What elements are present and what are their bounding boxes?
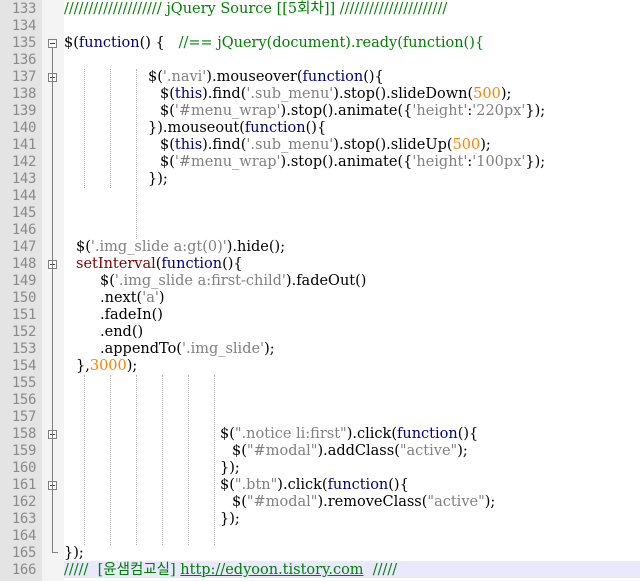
line-number: 160	[11, 460, 36, 476]
line-number: 166	[11, 562, 36, 578]
code-text: $(function() { //== jQuery(document).rea…	[64, 35, 485, 51]
line-number: 162	[11, 494, 36, 510]
code-line[interactable]: 142 $('#menu_wrap').stop().animate({'heig…	[0, 154, 640, 171]
line-number: 143	[11, 171, 36, 187]
code-text: });	[148, 171, 168, 187]
code-line[interactable]: 153 .appendTo('.img_slide');	[0, 341, 640, 358]
code-text: ///// [윤샘컴교실] http://edyoon.tistory.com …	[64, 562, 398, 578]
code-text: $('.img_slide a:first-child').fadeOut()	[100, 273, 367, 289]
code-line[interactable]: 141 $(this).find('.sub_menu').stop().slid…	[0, 137, 640, 154]
code-line[interactable]: 150 .next('a')	[0, 290, 640, 307]
line-number: 142	[11, 154, 36, 170]
code-text: $(this).find('.sub_menu').stop().slideUp…	[160, 137, 491, 153]
code-text: .next('a')	[100, 290, 165, 306]
code-line[interactable]: 146	[0, 222, 640, 239]
code-line[interactable]: 136	[0, 52, 640, 69]
code-text: //////////////////// jQuery Source [[5회차…	[64, 1, 448, 17]
code-line[interactable]: 148 setInterval(function(){	[0, 256, 640, 273]
code-text: $(this).find('.sub_menu').stop().slideDo…	[160, 86, 512, 102]
line-number: 156	[11, 392, 36, 408]
code-line[interactable]: 165});	[0, 545, 640, 562]
code-line[interactable]: 154 },3000);	[0, 358, 640, 375]
code-line[interactable]: 155	[0, 375, 640, 392]
line-number: 159	[11, 443, 36, 459]
code-text: $('#menu_wrap').stop().animate({'height'…	[160, 154, 546, 170]
line-number: 153	[11, 341, 36, 357]
code-line[interactable]: 156	[0, 392, 640, 409]
code-line[interactable]: 151 .fadeIn()	[0, 307, 640, 324]
code-text: $('.navi').mouseover(function(){	[148, 69, 384, 85]
line-number: 154	[11, 358, 36, 374]
code-line[interactable]: 133 //////////////////// jQuery Source [[…	[0, 1, 640, 18]
code-line[interactable]: 143});	[0, 171, 640, 188]
code-text: $('#menu_wrap').stop().animate({'height'…	[160, 103, 546, 119]
code-line[interactable]: 157	[0, 409, 640, 426]
code-line[interactable]: 135 $(function() { //== jQuery(document).…	[0, 35, 640, 52]
line-number: 137	[11, 69, 36, 85]
line-number: 141	[11, 137, 36, 153]
line-number: 136	[11, 52, 36, 68]
line-number: 149	[11, 273, 36, 289]
code-line[interactable]: 140 }).mouseout(function(){	[0, 120, 640, 137]
code-text: $(".btn").click(function(){	[220, 477, 409, 493]
code-line[interactable]: 163});	[0, 511, 640, 528]
code-line[interactable]: 164	[0, 528, 640, 545]
code-line[interactable]: 166 ///// [윤샘컴교실] http://edyoon.tistory.c…	[0, 562, 640, 579]
line-number: 150	[11, 290, 36, 306]
code-text: });	[220, 460, 240, 476]
code-text: setInterval(function(){	[76, 256, 243, 272]
line-number: 161	[11, 477, 36, 493]
code-text: }).mouseout(function(){	[148, 120, 327, 136]
code-text: .end()	[100, 324, 144, 340]
code-text: .appendTo('.img_slide');	[100, 341, 275, 357]
line-number: 133	[11, 1, 36, 17]
line-number: 164	[11, 528, 36, 544]
code-line[interactable]: 158 $(".notice li:first").click(function(…	[0, 426, 640, 443]
code-line[interactable]: 134	[0, 18, 640, 35]
line-number: 138	[11, 86, 36, 102]
line-number: 148	[11, 256, 36, 272]
line-number: 144	[11, 188, 36, 204]
code-text: $('.img_slide a:gt(0)').hide();	[76, 239, 286, 255]
code-text: $("#modal").addClass("active");	[232, 443, 468, 459]
code-line[interactable]: 139 $('#menu_wrap').stop().animate({'heig…	[0, 103, 640, 120]
code-text: $("#modal").removeClass("active");	[232, 494, 496, 510]
code-text: $(".notice li:first").click(function(){	[220, 426, 479, 442]
line-number: 140	[11, 120, 36, 136]
code-line[interactable]: 149 $('.img_slide a:first-child').fadeOut…	[0, 273, 640, 290]
line-number: 158	[11, 426, 36, 442]
code-line[interactable]: 145	[0, 205, 640, 222]
code-line[interactable]: 137 $('.navi').mouseover(function(){	[0, 69, 640, 86]
line-number: 139	[11, 103, 36, 119]
code-text: },3000);	[76, 358, 138, 374]
line-number: 147	[11, 239, 36, 255]
line-number: 163	[11, 511, 36, 527]
line-number: 151	[11, 307, 36, 323]
line-number: 152	[11, 324, 36, 340]
line-number: 155	[11, 375, 36, 391]
line-number: 135	[11, 35, 36, 51]
code-line[interactable]: 152 .end()	[0, 324, 640, 341]
code-text: });	[64, 545, 84, 561]
code-text: .fadeIn()	[100, 307, 163, 323]
code-line[interactable]: 159 $("#modal").addClass("active");	[0, 443, 640, 460]
line-number: 157	[11, 409, 36, 425]
code-editor[interactable]: 133 //////////////////// jQuery Source [[…	[0, 0, 640, 581]
code-line[interactable]: 162 $("#modal").removeClass("active");	[0, 494, 640, 511]
code-line[interactable]: 147 $('.img_slide a:gt(0)').hide();	[0, 239, 640, 256]
code-line[interactable]: 160});	[0, 460, 640, 477]
line-number: 145	[11, 205, 36, 221]
line-number: 146	[11, 222, 36, 238]
line-number: 165	[11, 545, 36, 561]
code-text: });	[220, 511, 240, 527]
line-number: 134	[11, 18, 36, 34]
code-line[interactable]: 138 $(this).find('.sub_menu').stop().slid…	[0, 86, 640, 103]
code-line[interactable]: 161 $(".btn").click(function(){	[0, 477, 640, 494]
code-line[interactable]: 144	[0, 188, 640, 205]
